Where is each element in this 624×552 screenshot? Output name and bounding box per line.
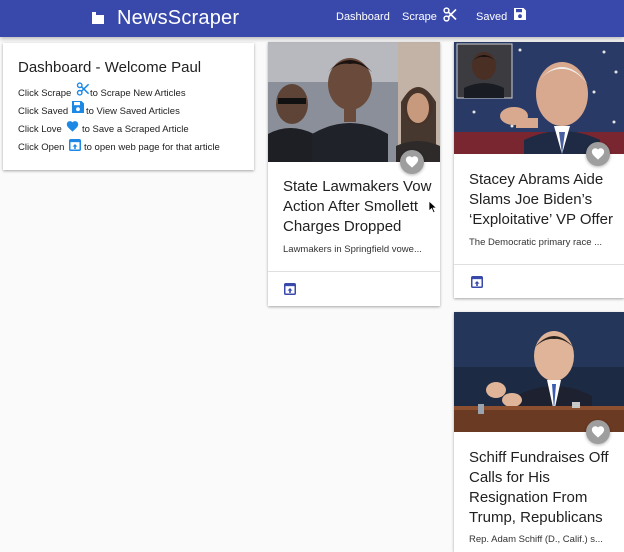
- article-title[interactable]: Schiff Fundraises Off Calls for His Resi…: [469, 448, 609, 528]
- instruction-love: Click Love to Save a Scraped Article: [18, 121, 189, 135]
- open-in-browser-icon[interactable]: [471, 276, 483, 288]
- article-image: [454, 42, 624, 154]
- article-title-line: Slams Joe Biden’s: [469, 191, 593, 208]
- article-title-line: Stacey Abrams Aide: [469, 171, 604, 188]
- floppy-disk-icon: [72, 101, 84, 113]
- mouse-cursor-icon: [428, 200, 438, 214]
- welcome-title: Dashboard - Welcome Paul: [18, 59, 202, 76]
- instruction-scrape-post: to Scrape New Articles: [90, 88, 186, 99]
- article-title-line: Resignation From: [469, 489, 588, 506]
- instruction-love-pre: Click Love: [18, 124, 62, 135]
- article-title[interactable]: State Lawmakers Vow Action After Smollet…: [283, 177, 431, 237]
- article-title-line: Action After Smollett: [283, 198, 419, 215]
- instruction-open-pre: Click Open: [18, 142, 65, 153]
- article-description: The Democratic primary race ...: [469, 237, 603, 248]
- instruction-scrape-pre: Click Scrape: [18, 88, 72, 99]
- article-title-line: Schiff Fundraises Off: [469, 449, 609, 466]
- instruction-open-post: to open web page for that article: [84, 142, 220, 153]
- nav-dashboard-link[interactable]: Dashboard: [336, 11, 390, 23]
- article-image: [454, 312, 624, 432]
- instruction-saved-pre: Click Saved: [18, 106, 69, 117]
- article-title[interactable]: Stacey Abrams Aide Slams Joe Biden’s ‘Ex…: [469, 170, 613, 230]
- article-title-line: Trump, Republicans: [469, 509, 603, 526]
- heart-icon: [591, 426, 605, 438]
- instruction-love-post: to Save a Scraped Article: [82, 124, 189, 135]
- folder-icon: [92, 12, 104, 24]
- floppy-disk-icon[interactable]: [514, 8, 526, 20]
- article-title-line: State Lawmakers Vow: [283, 178, 432, 195]
- instruction-scrape: Click Scrape to Scrape New Articles: [18, 82, 186, 99]
- scissors-icon: [76, 82, 90, 96]
- heart-icon: [405, 156, 419, 168]
- scissors-icon[interactable]: [443, 7, 457, 22]
- nav-scrape-link[interactable]: Scrape: [402, 11, 437, 23]
- article-title-line: ‘Exploitative’ VP Offer: [469, 211, 613, 228]
- instruction-saved: Click Saved to View Saved Articles: [18, 101, 180, 117]
- card-divider: [454, 264, 624, 265]
- article-image: [268, 42, 440, 162]
- card-divider: [268, 271, 440, 272]
- article-description: Lawmakers in Springfield vowe...: [283, 244, 422, 255]
- open-in-browser-icon[interactable]: [284, 283, 296, 295]
- brand[interactable]: NewsScraper: [91, 6, 239, 30]
- love-button[interactable]: [586, 142, 610, 166]
- heart-icon: [591, 148, 605, 160]
- navbar: NewsScraper Dashboard Scrape Saved: [0, 0, 624, 37]
- article-title-line: Calls for His: [469, 469, 550, 486]
- instruction-saved-post: to View Saved Articles: [86, 106, 180, 117]
- love-button[interactable]: [400, 150, 424, 174]
- heart-icon: [66, 121, 79, 132]
- brand-name: NewsScraper: [117, 6, 240, 29]
- article-card: Stacey Abrams Aide Slams Joe Biden’s ‘Ex…: [454, 42, 624, 298]
- article-card: Schiff Fundraises Off Calls for His Resi…: [454, 312, 624, 552]
- article-title-line: Charges Dropped: [283, 218, 402, 235]
- instruction-open: Click Open to open web page for that art…: [18, 139, 220, 153]
- open-in-browser-icon: [69, 139, 81, 151]
- nav-saved-link[interactable]: Saved: [476, 11, 507, 23]
- love-button[interactable]: [586, 420, 610, 444]
- welcome-card: Dashboard - Welcome Paul Click Scrape to…: [3, 43, 254, 170]
- article-card: State Lawmakers Vow Action After Smollet…: [268, 42, 440, 306]
